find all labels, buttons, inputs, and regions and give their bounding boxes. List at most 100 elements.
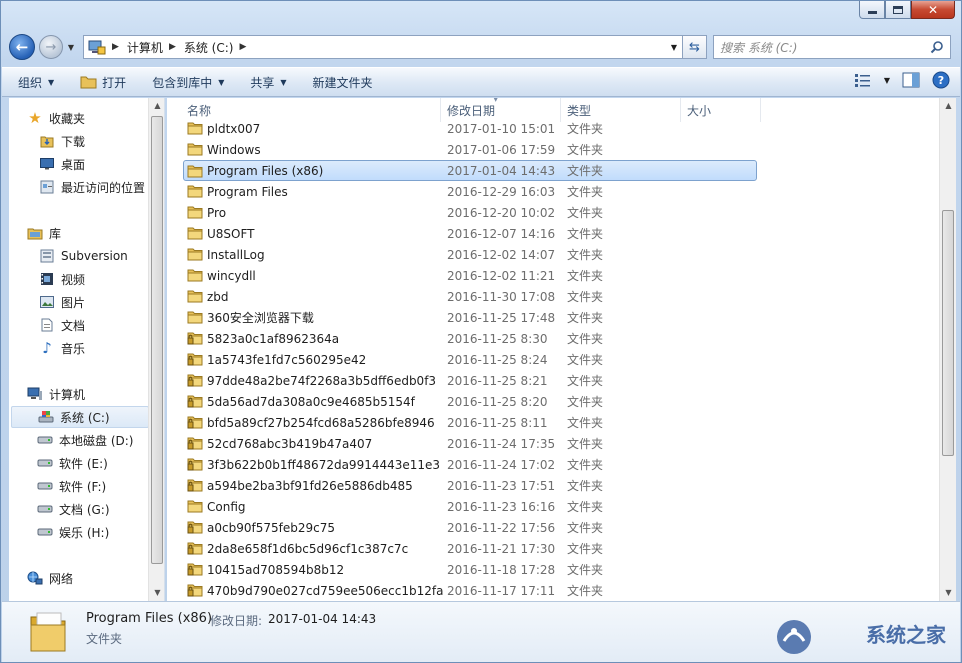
- nav-pictures[interactable]: 图片: [39, 291, 164, 313]
- video-icon: [39, 271, 55, 287]
- file-date: 2016-11-22 17:56: [447, 520, 556, 535]
- breadcrumb-computer[interactable]: 计算机: [127, 39, 163, 56]
- file-row[interactable]: Program Files (x86) 2017-01-04 14:43 文件夹: [183, 160, 757, 181]
- close-button[interactable]: ✕: [911, 1, 955, 19]
- file-list-scrollbar[interactable]: ▲ ▼: [939, 98, 956, 601]
- file-type: 文件夹: [567, 584, 604, 598]
- desktop-icon: [39, 156, 55, 172]
- file-row[interactable]: pldtx007 2017-01-10 15:01 文件夹: [167, 118, 937, 139]
- file-row[interactable]: Config 2016-11-23 16:16 文件夹: [167, 496, 937, 517]
- back-button[interactable]: ←: [9, 34, 35, 60]
- file-name: Program Files (x86): [207, 163, 324, 178]
- search-input[interactable]: 搜索 系统 (C:): [713, 35, 951, 59]
- file-type: 文件夹: [567, 521, 604, 535]
- forward-button[interactable]: →: [39, 35, 63, 59]
- nav-libraries[interactable]: 库: [27, 222, 164, 244]
- scroll-up-icon[interactable]: ▲: [149, 98, 164, 114]
- file-row[interactable]: InstallLog 2016-12-02 14:07 文件夹: [167, 244, 937, 265]
- file-row[interactable]: 1a5743fe1fd7c560295e42 2016-11-25 8:24 文…: [167, 349, 937, 370]
- nav-videos[interactable]: 视频: [39, 268, 164, 290]
- system-drive-icon: [38, 409, 54, 425]
- include-in-library-button[interactable]: 包含到库中 ▼: [152, 74, 224, 91]
- address-separator[interactable]: ▶: [112, 42, 119, 52]
- file-row[interactable]: 3f3b622b0b1ff48672da9914443e11e3 2016-11…: [167, 454, 937, 475]
- locked-folder-icon: [187, 520, 203, 537]
- organize-button[interactable]: 组织 ▼: [18, 74, 54, 91]
- file-row[interactable]: 10415ad708594b8b12 2016-11-18 17:28 文件夹: [167, 559, 937, 580]
- new-folder-button[interactable]: 新建文件夹: [313, 74, 373, 91]
- file-row[interactable]: 5823a0c1af8962364a 2016-11-25 8:30 文件夹: [167, 328, 937, 349]
- preview-pane-icon[interactable]: [902, 72, 920, 88]
- file-row[interactable]: 97dde48a2be74f2268a3b5dff6edb0f3 2016-11…: [167, 370, 937, 391]
- address-separator[interactable]: ▶: [239, 42, 246, 52]
- scroll-down-icon[interactable]: ▼: [149, 585, 164, 601]
- refresh-button[interactable]: ⇆: [683, 35, 707, 59]
- file-type: 文件夹: [567, 206, 604, 220]
- file-name: 360安全浏览器下载: [207, 311, 314, 325]
- file-row[interactable]: U8SOFT 2016-12-07 14:16 文件夹: [167, 223, 937, 244]
- nav-drive-e[interactable]: 软件 (E:): [37, 452, 164, 474]
- file-row[interactable]: 5da56ad7da308a0c9e4685b5154f 2016-11-25 …: [167, 391, 937, 412]
- search-icon[interactable]: [930, 40, 944, 54]
- file-row[interactable]: 52cd768abc3b419b47a407 2016-11-24 17:35 …: [167, 433, 937, 454]
- file-row[interactable]: Pro 2016-12-20 10:02 文件夹: [167, 202, 937, 223]
- share-button[interactable]: 共享 ▼: [250, 74, 286, 91]
- maximize-icon: [893, 5, 903, 14]
- locked-folder-icon: [187, 394, 203, 411]
- address-dropdown[interactable]: ▼: [666, 43, 682, 52]
- file-row[interactable]: a0cb90f575feb29c75 2016-11-22 17:56 文件夹: [167, 517, 937, 538]
- nav-drive-h[interactable]: 娱乐 (H:): [37, 521, 164, 543]
- details-date-value: 2017-01-04 14:43: [268, 612, 377, 626]
- nav-computer[interactable]: 计算机: [27, 383, 164, 405]
- file-date: 2016-11-25 8:21: [447, 373, 548, 388]
- file-list-scrollbar-thumb[interactable]: [942, 210, 954, 456]
- file-row[interactable]: zbd 2016-11-30 17:08 文件夹: [167, 286, 937, 307]
- nav-subversion[interactable]: Subversion: [39, 245, 164, 267]
- organize-label: 组织: [18, 75, 43, 90]
- recent-pages-dropdown[interactable]: ▼: [65, 43, 77, 52]
- locked-folder-icon: [187, 352, 203, 369]
- scroll-down-icon[interactable]: ▼: [940, 585, 956, 601]
- maximize-button[interactable]: [885, 1, 911, 19]
- column-label: 大小: [687, 103, 712, 118]
- breadcrumb-drive-c[interactable]: 系统 (C:): [184, 39, 234, 56]
- file-row[interactable]: wincydll 2016-12-02 11:21 文件夹: [167, 265, 937, 286]
- nav-drive-f[interactable]: 软件 (F:): [37, 475, 164, 497]
- address-bar[interactable]: ▶ 计算机 ▶ 系统 (C:) ▶ ▼: [83, 35, 683, 59]
- file-type: 文件夹: [567, 353, 604, 367]
- nav-documents[interactable]: 文档: [39, 314, 164, 336]
- file-row[interactable]: 2da8e658f1d6bc5d96cf1c387c7c 2016-11-21 …: [167, 538, 937, 559]
- file-name: pldtx007: [207, 121, 261, 136]
- minimize-button[interactable]: [859, 1, 885, 19]
- locked-folder-icon: [187, 331, 203, 348]
- nav-downloads[interactable]: 下载: [39, 130, 164, 152]
- file-row[interactable]: Windows 2017-01-06 17:59 文件夹: [167, 139, 937, 160]
- address-separator[interactable]: ▶: [169, 42, 176, 52]
- nav-pane-scrollbar[interactable]: ▲ ▼: [148, 98, 164, 601]
- star-icon: ★: [28, 109, 42, 127]
- nav-label: 视频: [61, 272, 86, 287]
- nav-drive-d[interactable]: 本地磁盘 (D:): [37, 429, 164, 451]
- nav-scrollbar-thumb[interactable]: [151, 116, 163, 564]
- minimize-icon: [867, 11, 877, 14]
- file-row[interactable]: 470b9d790e027cd759ee506ecc1b12fa 2016-11…: [167, 580, 937, 601]
- file-type: 文件夹: [567, 290, 604, 304]
- nav-drive-c[interactable]: 系统 (C:): [11, 406, 149, 428]
- scroll-up-icon[interactable]: ▲: [940, 98, 956, 114]
- file-row[interactable]: Program Files 2016-12-29 16:03 文件夹: [167, 181, 937, 202]
- nav-favorites[interactable]: ★ 收藏夹: [27, 107, 164, 129]
- locked-folder-icon: [187, 373, 203, 390]
- file-name: zbd: [207, 289, 229, 304]
- nav-desktop[interactable]: 桌面: [39, 153, 164, 175]
- nav-music[interactable]: ♪ 音乐: [39, 337, 164, 359]
- change-view-icon[interactable]: [854, 73, 872, 87]
- file-row[interactable]: a594be2ba3bf91fd26e5886db485 2016-11-23 …: [167, 475, 937, 496]
- open-button[interactable]: 打开: [80, 74, 126, 91]
- help-icon[interactable]: ?: [932, 71, 950, 89]
- nav-drive-g[interactable]: 文档 (G:): [37, 498, 164, 520]
- nav-recent-places[interactable]: 最近访问的位置: [39, 176, 163, 198]
- file-row[interactable]: bfd5a89cf27b254fcd68a5286bfe8946 2016-11…: [167, 412, 937, 433]
- view-dropdown-icon[interactable]: ▼: [884, 76, 890, 85]
- file-row[interactable]: 360安全浏览器下载 2016-11-25 17:48 文件夹: [167, 307, 937, 328]
- nav-network[interactable]: 网络: [27, 567, 164, 589]
